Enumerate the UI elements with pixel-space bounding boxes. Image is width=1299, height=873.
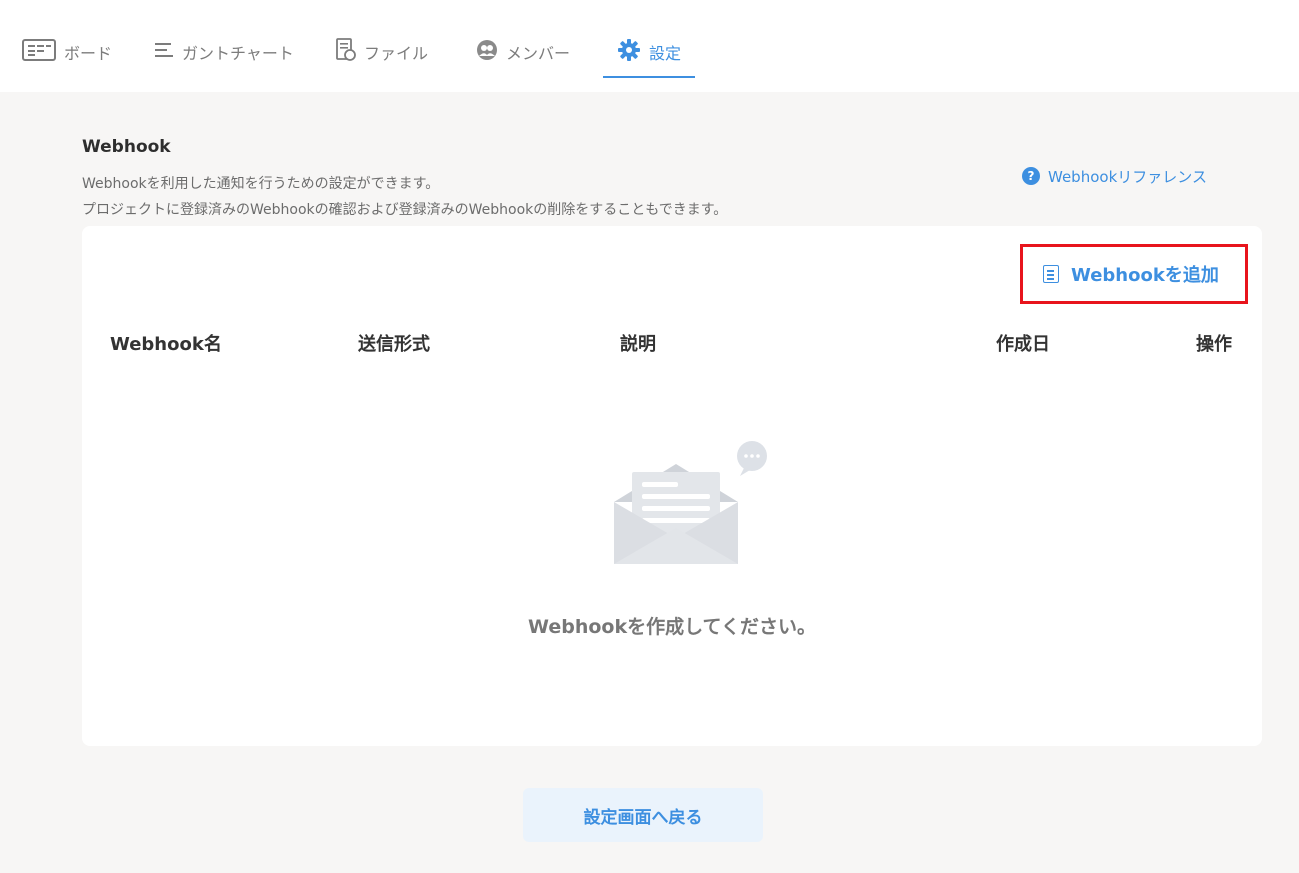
active-tab-indicator: [603, 76, 695, 78]
column-header-created-date: 作成日: [996, 334, 1050, 355]
gear-icon: [617, 38, 641, 66]
empty-state-message: Webhookを作成してください。: [528, 616, 816, 638]
column-header-send-format: 送信形式: [358, 334, 430, 355]
gantt-icon: [154, 41, 174, 63]
tab-members[interactable]: メンバー: [476, 36, 570, 68]
empty-envelope-icon: [612, 440, 772, 574]
section-description-2: プロジェクトに登録済みのWebhookの確認および登録済みのWebhookの削除…: [82, 202, 728, 218]
tab-board-label: ボード: [64, 44, 113, 63]
back-to-settings-button[interactable]: 設定画面へ戻る: [523, 788, 763, 842]
webhook-list-card: Webhookを追加 Webhook名 送信形式 説明 作成日 操作 Webho…: [82, 226, 1262, 746]
tab-settings-label: 設定: [649, 44, 682, 63]
column-header-description: 説明: [620, 334, 656, 355]
help-icon: ?: [1022, 167, 1040, 185]
add-webhook-icon: [1043, 265, 1059, 283]
file-icon: [336, 38, 356, 66]
tab-gantt-chart[interactable]: ガントチャート: [154, 36, 294, 68]
top-navigation: ボード ガントチャート ファイル メンバー 設定: [0, 0, 1299, 92]
tab-settings[interactable]: 設定: [617, 36, 681, 68]
tab-members-label: メンバー: [506, 44, 571, 63]
webhook-reference-link[interactable]: ? Webhookリファレンス: [1022, 166, 1207, 186]
section-description-1: Webhookを利用した通知を行うための設定ができます。: [82, 176, 440, 192]
tab-files[interactable]: ファイル: [336, 36, 428, 68]
add-webhook-button[interactable]: Webhookを追加: [1020, 244, 1248, 304]
column-header-webhook-name: Webhook名: [110, 334, 222, 355]
tab-gantt-label: ガントチャート: [182, 44, 294, 63]
section-title: Webhook: [82, 137, 171, 157]
column-header-actions: 操作: [1196, 334, 1232, 355]
tab-files-label: ファイル: [364, 44, 429, 63]
board-icon: [22, 39, 56, 65]
member-icon: [476, 39, 498, 65]
webhook-reference-label: Webhookリファレンス: [1048, 167, 1207, 186]
tab-board[interactable]: ボード: [22, 36, 112, 68]
add-webhook-label: Webhookを追加: [1071, 265, 1219, 286]
